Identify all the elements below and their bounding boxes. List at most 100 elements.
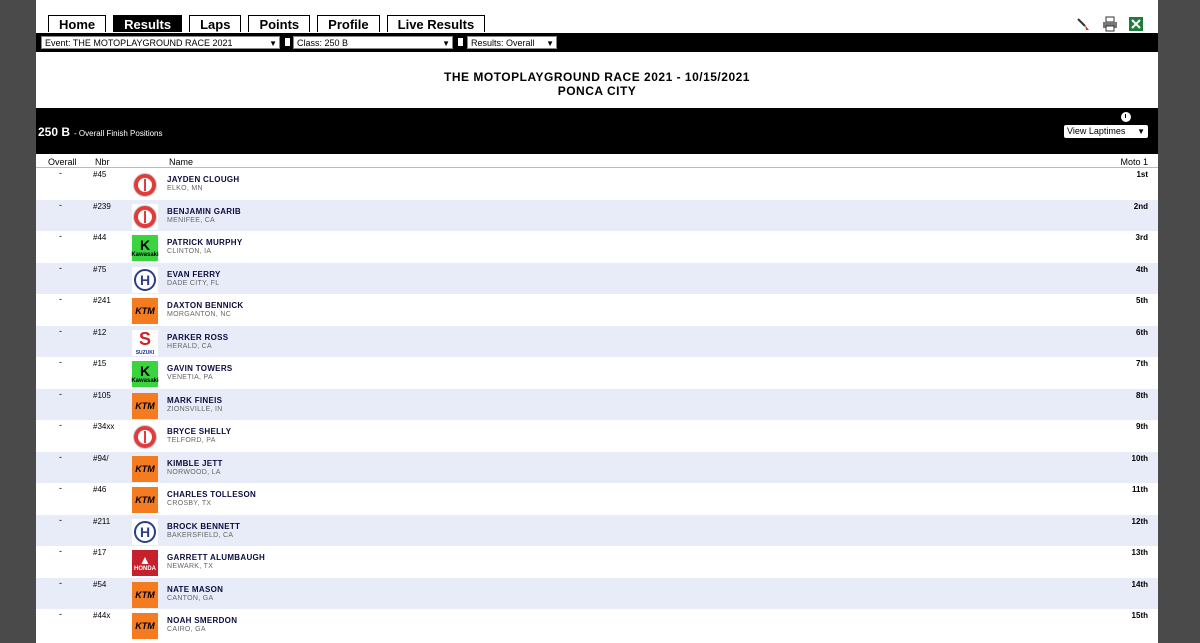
chevron-down-icon: ▼	[269, 39, 277, 48]
tab-home[interactable]: Home	[48, 15, 107, 32]
yamaha-logo-icon	[132, 424, 158, 450]
rider-location: DADE CITY, FL	[167, 279, 220, 287]
tab-results[interactable]: Results	[113, 15, 183, 32]
rider-name[interactable]: NATE MASON	[167, 585, 223, 594]
brand-logo	[132, 424, 158, 450]
tab-points[interactable]: Points	[248, 15, 311, 32]
class-select-value: Class: 250 B	[297, 38, 349, 48]
table-row[interactable]: - #17 ▲ HONDA GARRETT ALUMBAUGH NEWARK, TX 13t…	[36, 546, 1158, 578]
table-row[interactable]: - #94/KTM KIMBLE JETT NORWOOD, LA 10th	[36, 451, 1158, 483]
table-row[interactable]: - #46 KTM CHARLES TOLLESON CROSBY, TX 11th	[36, 483, 1158, 515]
overall-position: -	[59, 325, 62, 336]
chevron-down-icon: ▼	[546, 39, 554, 48]
kawasaki-logo-icon: K Kawasaki	[131, 361, 159, 387]
rider-name[interactable]: PATRICK MURPHY	[167, 238, 242, 247]
yamaha-logo-icon	[132, 203, 158, 230]
kawasaki-logo-icon: K Kawasaki	[131, 235, 159, 261]
rider-name[interactable]: KIMBLE JETT	[167, 459, 223, 468]
rider-name[interactable]: BROCK BENNETT	[167, 522, 240, 531]
brand-logo: KTM	[132, 455, 158, 482]
rider-name[interactable]: GAVIN TOWERS	[167, 364, 233, 373]
chevron-down-icon: ▼	[1137, 127, 1145, 136]
toolbar-icons	[1076, 16, 1144, 32]
rider-location: TELFORD, PA	[167, 437, 216, 444]
table-row[interactable]: - #44x KTM NOAH SMERDON CAIRO, GA 15th	[36, 609, 1158, 641]
rider-name[interactable]: BRYCE SHELLY	[167, 427, 231, 436]
col-header-moto1[interactable]: Moto 1	[1120, 157, 1148, 167]
rider-number: #241	[93, 296, 111, 305]
brand-logo: KTM	[132, 392, 158, 419]
view-laptimes-select[interactable]: View Laptimes ▼	[1064, 125, 1148, 138]
table-row[interactable]: - #54 KTM NATE MASON CANTON, GA 14th	[36, 577, 1158, 609]
rider-name[interactable]: JAYDEN CLOUGH	[167, 175, 240, 184]
table-row[interactable]: - #15 K Kawasaki GAVIN TOWERS VENETIA, PA 7th	[36, 357, 1158, 389]
col-header-overall[interactable]: Overall	[48, 157, 77, 167]
ktm-logo-icon: KTM	[132, 455, 158, 482]
table-row[interactable]: - #211 H BROCK BENNETT BAKERSFIELD, CA 12th	[36, 514, 1158, 546]
moto1-result: 6th	[1136, 327, 1148, 337]
table-row[interactable]: - #34xx BRYCE SHELLY TELFORD, PA 9th	[36, 420, 1158, 452]
rider-name[interactable]: DAXTON BENNICK	[167, 301, 244, 310]
rider-number: #15	[93, 359, 107, 368]
brand-logo: H	[132, 266, 158, 293]
excel-icon[interactable]	[1128, 16, 1144, 32]
table-row[interactable]: - #105 KTM MARK FINEIS ZIONSVILLE, IN 8th	[36, 388, 1158, 420]
overall-position: -	[59, 231, 62, 241]
rider-name[interactable]: BENJAMIN GARIB	[167, 207, 241, 216]
tab-profile[interactable]: Profile	[317, 15, 380, 32]
suzuki-logo-icon: S SUZUKI	[132, 329, 158, 356]
brand-logo	[132, 203, 158, 230]
col-header-nbr[interactable]: Nbr	[95, 157, 110, 167]
ktm-logo-icon: KTM	[132, 487, 158, 513]
moto1-result: 3rd	[1135, 233, 1148, 242]
class-subtitle: - Overall Finish Positions	[74, 129, 163, 138]
col-header-name[interactable]: Name	[169, 157, 193, 167]
results-select[interactable]: Results: Overall ▼	[467, 36, 557, 49]
rider-name[interactable]: PARKER ROSS	[167, 333, 228, 342]
table-row[interactable]: - #75 H EVAN FERRY DADE CITY, FL 4th	[36, 262, 1158, 294]
rider-name[interactable]: GARRETT ALUMBAUGH	[167, 553, 265, 562]
rider-location: BAKERSFIELD, CA	[167, 531, 234, 539]
event-select[interactable]: Event: THE MOTOPLAYGROUND RACE 2021 ▼	[41, 36, 280, 49]
overall-position: -	[59, 577, 62, 588]
moto1-result: 10th	[1131, 453, 1148, 463]
class-select[interactable]: Class: 250 B ▼	[293, 36, 453, 49]
rider-name[interactable]: EVAN FERRY	[167, 270, 221, 279]
rider-number: #46	[93, 485, 107, 494]
moto1-result: 7th	[1136, 359, 1148, 368]
print-icon[interactable]	[1102, 16, 1118, 32]
brand-logo: KTM	[132, 487, 158, 513]
brand-logo: ▲ HONDA	[132, 550, 158, 576]
moto1-result: 8th	[1136, 390, 1148, 400]
overall-position: -	[59, 546, 62, 556]
brush-icon[interactable]	[1076, 16, 1092, 32]
separator	[458, 38, 463, 46]
rider-name[interactable]: MARK FINEIS	[167, 396, 222, 405]
results-select-value: Results: Overall	[471, 38, 535, 48]
class-name: 250 B- Overall Finish Positions	[38, 125, 163, 139]
rider-location: HERALD, CA	[167, 342, 213, 350]
overall-position: -	[59, 199, 62, 210]
table-row[interactable]: - #239 BENJAMIN GARIB MENIFEE, CA 2nd	[36, 199, 1158, 231]
tab-laps[interactable]: Laps	[189, 15, 242, 32]
moto1-result: 2nd	[1133, 201, 1148, 211]
class-name-label: 250 B	[38, 125, 71, 139]
brand-logo: S SUZUKI	[132, 329, 158, 356]
moto1-result: 11th	[1131, 485, 1148, 494]
event-select-value: Event: THE MOTOPLAYGROUND RACE 2021	[45, 38, 233, 48]
tab-live-results[interactable]: Live Results	[386, 15, 486, 32]
overall-position: -	[59, 514, 62, 525]
rider-name[interactable]: NOAH SMERDON	[167, 616, 237, 625]
event-heading: THE MOTOPLAYGROUND RACE 2021 - 10/15/202…	[36, 70, 1158, 98]
ktm-logo-icon: KTM	[132, 392, 158, 419]
rider-location: ZIONSVILLE, IN	[167, 405, 223, 413]
rider-number: #44	[93, 233, 107, 242]
table-row[interactable]: - #44 K Kawasaki PATRICK MURPHY CLINTON, IA 3r…	[36, 231, 1158, 263]
rider-location: CANTON, GA	[167, 594, 214, 602]
moto1-result: 5th	[1136, 296, 1148, 305]
table-row[interactable]: - #12 S SUZUKI PARKER ROSS HERALD, CA 6th	[36, 325, 1158, 357]
rider-name[interactable]: CHARLES TOLLESON	[167, 490, 256, 499]
table-row[interactable]: - #45 JAYDEN CLOUGH ELKO, MN 1st	[36, 168, 1158, 200]
event-title: THE MOTOPLAYGROUND RACE 2021 - 10/15/202…	[444, 70, 750, 84]
table-row[interactable]: - #241 KTM DAXTON BENNICK MORGANTON, NC 5th	[36, 294, 1158, 326]
